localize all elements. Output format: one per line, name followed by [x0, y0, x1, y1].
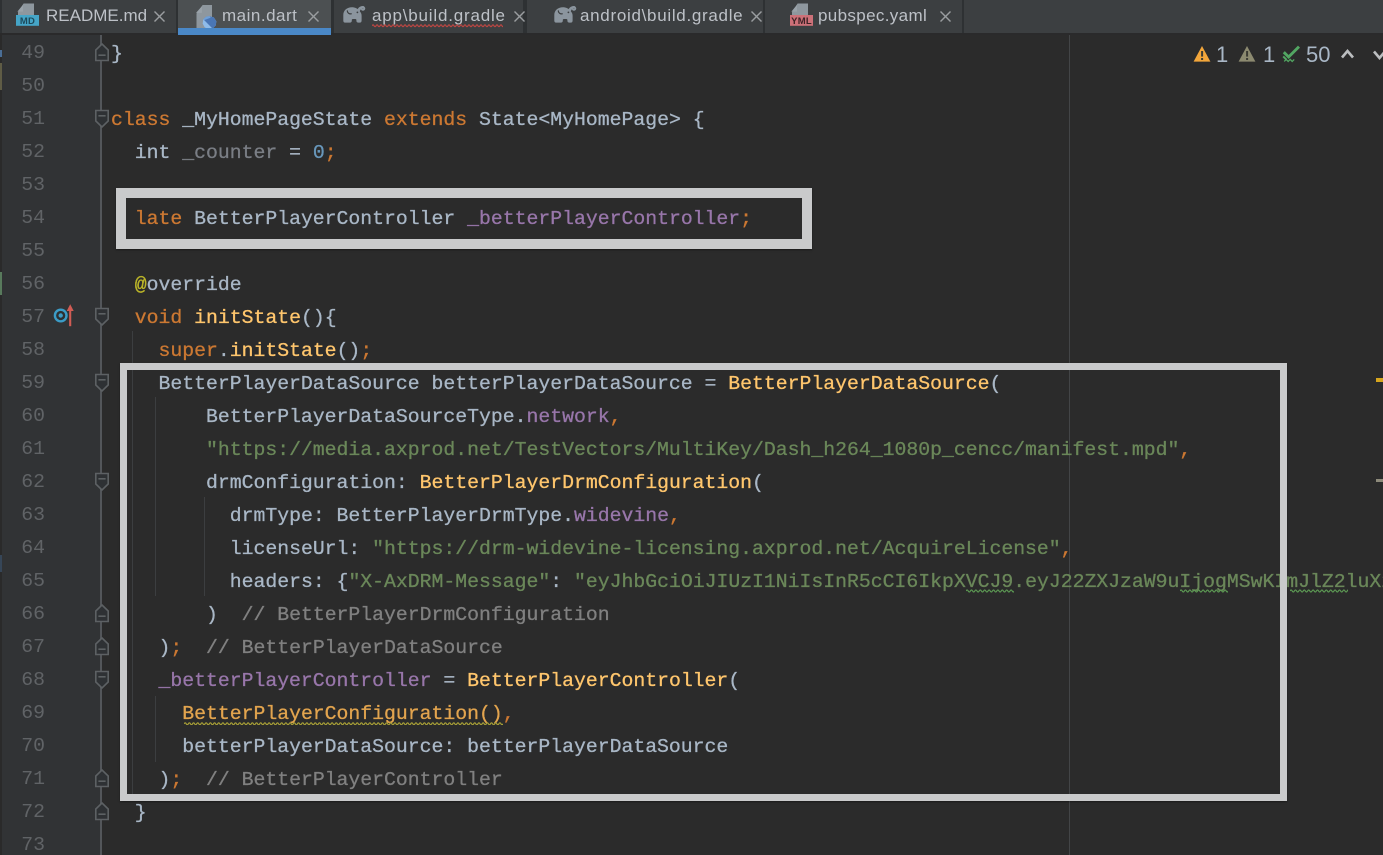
svg-text:YML: YML	[791, 16, 812, 27]
svg-text:MD: MD	[20, 16, 35, 27]
